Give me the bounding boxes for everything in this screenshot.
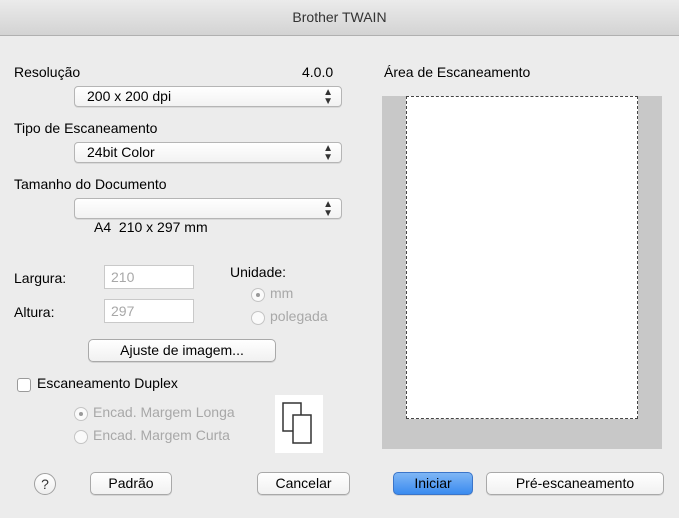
scan-type-select[interactable]: 24bit Color ▲ ▼ [74, 142, 342, 163]
scan-area-preview[interactable] [382, 96, 662, 449]
up-down-arrows-icon: ▲ ▼ [323, 199, 333, 219]
title-bar: Brother TWAIN [0, 0, 679, 36]
long-edge-label: Encad. Margem Longa [93, 404, 235, 420]
window-title: Brother TWAIN [292, 9, 387, 25]
unit-mm-radio[interactable] [251, 288, 265, 302]
unit-inch-label: polegada [270, 308, 328, 324]
short-edge-label: Encad. Margem Curta [93, 427, 230, 443]
help-button[interactable]: ? [34, 473, 56, 495]
duplex-checkbox[interactable] [17, 378, 31, 392]
unit-inch-radio[interactable] [251, 311, 265, 325]
height-field[interactable]: 297 [104, 299, 194, 323]
unit-label: Unidade: [230, 264, 287, 280]
scan-area-label: Área de Escaneamento [384, 64, 531, 80]
adjust-image-button[interactable]: Ajuste de imagem... [88, 339, 276, 362]
start-button[interactable]: Iniciar [393, 472, 473, 495]
scan-area-selection[interactable] [406, 96, 638, 419]
width-label: Largura: [14, 270, 67, 286]
short-edge-radio[interactable] [74, 430, 88, 444]
prescan-button[interactable]: Pré-escaneamento [486, 472, 664, 495]
resolution-select-value: 200 x 200 dpi [87, 88, 172, 104]
scan-type-label: Tipo de Escaneamento [14, 120, 158, 136]
resolution-select[interactable]: 200 x 200 dpi ▲ ▼ [74, 86, 342, 107]
default-button[interactable]: Padrão [90, 472, 172, 495]
question-mark-icon: ? [41, 476, 49, 492]
document-size-label: Tamanho do Documento [14, 176, 167, 192]
unit-mm-label: mm [270, 285, 294, 301]
document-size-select[interactable]: A4 210 x 297 mm ▲ ▼ [74, 198, 342, 235]
document-size-select-value: A4 210 x 297 mm [94, 219, 208, 235]
duplex-pages-icon [275, 395, 323, 453]
long-edge-radio[interactable] [74, 407, 88, 421]
width-field[interactable]: 210 [104, 265, 194, 289]
version-label: 4.0.0 [302, 64, 334, 80]
resolution-label: Resolução [14, 64, 81, 80]
scan-type-select-value: 24bit Color [87, 144, 155, 160]
up-down-arrows-icon: ▲ ▼ [323, 87, 333, 107]
height-label: Altura: [14, 304, 55, 320]
up-down-arrows-icon: ▲ ▼ [323, 143, 333, 163]
cancel-button[interactable]: Cancelar [257, 472, 350, 495]
duplex-label: Escaneamento Duplex [37, 375, 178, 391]
